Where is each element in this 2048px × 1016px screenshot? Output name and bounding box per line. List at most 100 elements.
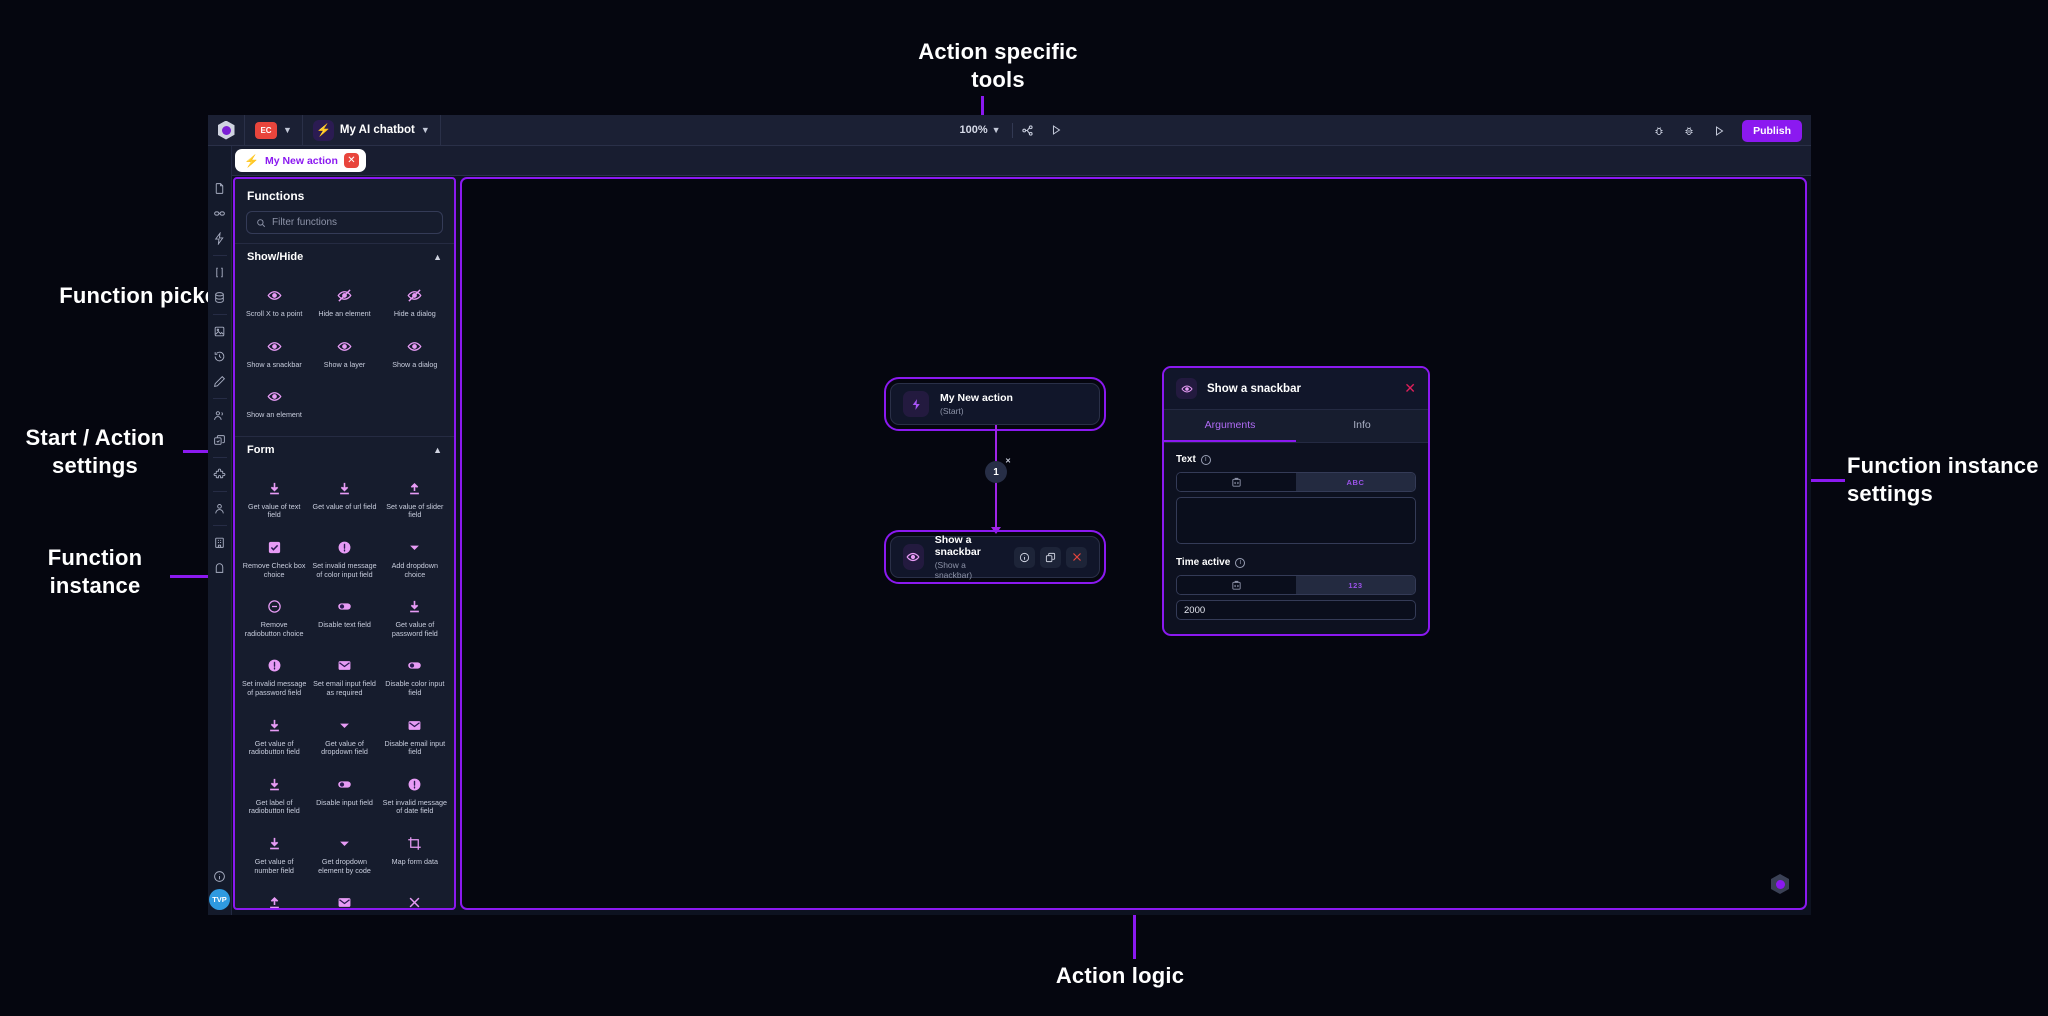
picker-scroll[interactable]: Show/Hide ▲ Scroll X to a pointHide an e… bbox=[235, 243, 454, 908]
function-item[interactable]: Get dropdown element by code bbox=[309, 826, 379, 885]
action-logic-canvas[interactable]: My New action (Start) 1 ✕ Show a snackba… bbox=[460, 177, 1807, 910]
play-icon[interactable] bbox=[1043, 115, 1069, 146]
function-item[interactable]: Set email input field as required bbox=[309, 648, 379, 707]
annotation-function-picker: Function picker bbox=[10, 282, 226, 310]
duplicate-icon[interactable] bbox=[1040, 547, 1061, 568]
link-icon[interactable] bbox=[208, 201, 232, 226]
lock-icon[interactable] bbox=[208, 555, 232, 580]
function-item[interactable]: Show a snackbar bbox=[239, 329, 309, 380]
function-item[interactable]: Set value of email input field bbox=[309, 885, 379, 908]
database-icon[interactable] bbox=[208, 285, 232, 310]
upload-icon bbox=[267, 894, 282, 908]
function-item[interactable]: Clear form bbox=[380, 885, 450, 908]
tab-my-new-action[interactable]: ⚡ My New action ✕ bbox=[235, 149, 366, 172]
divider bbox=[213, 491, 227, 492]
function-item-label: Set invalid message of date field bbox=[383, 799, 447, 816]
function-item-label: Disable text field bbox=[318, 621, 371, 630]
function-item[interactable]: Disable email input field bbox=[380, 708, 450, 767]
function-item[interactable]: Disable color input field bbox=[380, 648, 450, 707]
time-active-input[interactable]: 2000 bbox=[1176, 600, 1416, 620]
function-item[interactable]: Show a layer bbox=[309, 329, 379, 380]
app-switcher[interactable]: ⚡ My AI chatbot ▼ bbox=[303, 115, 440, 146]
function-item[interactable]: Set invalid message of date field bbox=[380, 767, 450, 826]
download-icon bbox=[407, 598, 422, 615]
avatar[interactable]: TVP bbox=[209, 889, 230, 910]
function-item[interactable]: Show a dialog bbox=[380, 329, 450, 380]
function-item[interactable]: Show an element bbox=[239, 379, 309, 430]
function-item[interactable]: Disable input field bbox=[309, 767, 379, 826]
section-header-show-hide[interactable]: Show/Hide ▲ bbox=[235, 243, 454, 270]
function-item[interactable]: Map form data bbox=[380, 826, 450, 885]
publish-button[interactable]: Publish bbox=[1742, 120, 1802, 142]
close-icon[interactable]: ✕ bbox=[1404, 380, 1416, 397]
function-item[interactable]: Remove Check box choice bbox=[239, 530, 309, 589]
function-item[interactable]: Scroll X to a point bbox=[239, 278, 309, 329]
lightning-icon: ⚡ bbox=[313, 120, 334, 141]
pen-icon[interactable] bbox=[208, 369, 232, 394]
node-start[interactable]: My New action (Start) bbox=[890, 383, 1100, 425]
node-show-snackbar[interactable]: Show a snackbar (Show a snackbar) bbox=[890, 536, 1100, 578]
delete-icon[interactable] bbox=[1066, 547, 1087, 568]
lightning-icon[interactable] bbox=[208, 226, 232, 251]
close-icon[interactable]: ✕ bbox=[344, 153, 359, 168]
toggle-icon bbox=[337, 598, 352, 615]
function-item[interactable]: Get value of password field bbox=[380, 589, 450, 648]
annotation-start-action-settings: Start / Action settings bbox=[10, 424, 180, 480]
function-item[interactable]: Remove radiobutton choice bbox=[239, 589, 309, 648]
info-icon[interactable]: i bbox=[1235, 558, 1245, 568]
users-icon[interactable] bbox=[208, 403, 232, 428]
bug-alt-icon[interactable] bbox=[1676, 115, 1702, 146]
app-logo[interactable] bbox=[208, 115, 244, 146]
person-icon[interactable] bbox=[208, 496, 232, 521]
mode-value-label[interactable]: ABC bbox=[1296, 473, 1415, 491]
code-icon[interactable] bbox=[1177, 576, 1296, 594]
page-icon[interactable] bbox=[208, 176, 232, 201]
braces-icon[interactable] bbox=[208, 260, 232, 285]
function-item[interactable]: Get value of text field bbox=[239, 471, 309, 530]
mode-toggle-text[interactable]: ABC bbox=[1176, 472, 1416, 492]
field-label: Text bbox=[1176, 454, 1196, 465]
edge-badge[interactable]: 1 ✕ bbox=[985, 461, 1007, 483]
tab-info[interactable]: Info bbox=[1296, 410, 1428, 442]
tab-arguments[interactable]: Arguments bbox=[1164, 410, 1296, 442]
function-item[interactable]: Hide an element bbox=[309, 278, 379, 329]
branch-icon[interactable] bbox=[1015, 115, 1041, 146]
function-item[interactable]: Add dropdown choice bbox=[380, 530, 450, 589]
function-item[interactable]: Get label of radiobutton field bbox=[239, 767, 309, 826]
text-value-textarea[interactable] bbox=[1176, 497, 1416, 544]
workspace-switcher[interactable]: EC ▼ bbox=[245, 115, 302, 146]
function-item[interactable]: Set invalid message of color input field bbox=[309, 530, 379, 589]
topbar-right-actions: Publish bbox=[1646, 115, 1811, 146]
section-header-form[interactable]: Form ▲ bbox=[235, 436, 454, 463]
divider bbox=[213, 457, 227, 458]
function-item[interactable]: Set value of slider field bbox=[380, 471, 450, 530]
function-item[interactable]: Get value of url field bbox=[309, 471, 379, 530]
function-item[interactable]: Set invalid message of password field bbox=[239, 648, 309, 707]
function-item[interactable]: Get value of radiobutton field bbox=[239, 708, 309, 767]
function-item[interactable]: Set value of input field bbox=[239, 885, 309, 908]
bug-icon[interactable] bbox=[1646, 115, 1672, 146]
building-icon[interactable] bbox=[208, 530, 232, 555]
eye-icon bbox=[337, 338, 352, 355]
history-icon[interactable] bbox=[208, 344, 232, 369]
search-input[interactable]: Filter functions bbox=[246, 211, 443, 234]
mode-value-label[interactable]: 123 bbox=[1296, 576, 1415, 594]
code-icon[interactable] bbox=[1177, 473, 1296, 491]
play-icon[interactable] bbox=[1706, 115, 1732, 146]
copy-icon[interactable] bbox=[208, 428, 232, 453]
close-icon[interactable]: ✕ bbox=[1005, 457, 1011, 465]
function-item[interactable]: Get value of number field bbox=[239, 826, 309, 885]
info-icon[interactable]: i bbox=[1201, 455, 1211, 465]
info-icon[interactable] bbox=[208, 864, 232, 889]
info-icon[interactable] bbox=[1014, 547, 1035, 568]
zoom-selector[interactable]: 100% ▼ bbox=[950, 124, 1009, 136]
function-item[interactable]: Get value of dropdown field bbox=[309, 708, 379, 767]
upload-icon bbox=[407, 480, 422, 497]
function-item[interactable]: Disable text field bbox=[309, 589, 379, 648]
eye-icon bbox=[267, 388, 282, 405]
download-icon bbox=[267, 776, 282, 793]
image-icon[interactable] bbox=[208, 319, 232, 344]
mode-toggle-time[interactable]: 123 bbox=[1176, 575, 1416, 595]
puzzle-icon[interactable] bbox=[208, 462, 232, 487]
function-item[interactable]: Hide a dialog bbox=[380, 278, 450, 329]
